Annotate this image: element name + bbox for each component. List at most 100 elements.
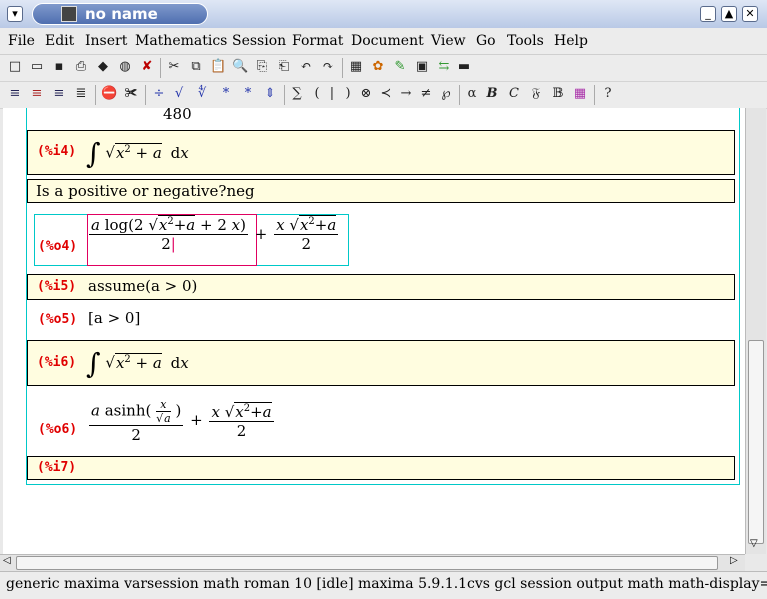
input-cell-i4[interactable]: (%i4) ∫ √x2 + a dx (27, 130, 735, 175)
separator (342, 58, 343, 78)
arrow-icon[interactable]: → (398, 86, 414, 102)
input-math-i6: ∫ √x2 + a dx (86, 347, 189, 380)
palette-icon[interactable]: ✿ (370, 59, 386, 75)
output-label-o5: (%o5) (38, 312, 78, 327)
copy-icon[interactable]: ⧉ (188, 59, 204, 75)
scroll-right-icon[interactable]: ▷ (730, 555, 738, 566)
pen-icon[interactable]: ✎ (392, 59, 408, 75)
justify-icon[interactable]: ≣ (73, 86, 89, 102)
above-below-icon[interactable]: ⇕ (262, 86, 278, 102)
separator (459, 85, 460, 105)
menu-format[interactable]: Format (292, 33, 343, 49)
big-operator-icon[interactable]: ∑ (289, 86, 305, 102)
subscript-icon[interactable]: * (218, 86, 234, 102)
redo-icon[interactable]: ↷ (320, 59, 336, 75)
input-math-i5: assume(a > 0) (88, 277, 198, 295)
menu-edit[interactable]: Edit (45, 33, 74, 49)
horizontal-scroll-thumb[interactable] (16, 556, 718, 570)
blackboard-icon[interactable]: 𝔹 (550, 86, 566, 102)
question-cell[interactable]: Is a positive or negative?neg (27, 179, 735, 203)
menu-file[interactable]: File (8, 33, 35, 49)
format-toolbar: ≡ ≡ ≡ ≣ ⛔ ✀ ÷ √ ∜ * * ⇕ ∑ ( | ) ⊗ ≺ → ≠ … (0, 82, 767, 109)
cut-icon[interactable]: ✂ (166, 59, 182, 75)
fraction-icon[interactable]: ÷ (151, 86, 167, 102)
input-cell-i7[interactable]: (%i7) (27, 456, 735, 480)
open-icon[interactable]: ▭ (29, 59, 45, 75)
negation-icon[interactable]: ≠ (418, 86, 434, 102)
input-math-i4: ∫ √x2 + a dx (86, 137, 189, 170)
input-label-i5: (%i5) (37, 279, 77, 294)
sqrt-icon[interactable]: √ (171, 86, 187, 102)
fraktur-icon[interactable]: 𝔉 (528, 86, 544, 102)
print-icon[interactable]: ⎙ (73, 59, 89, 75)
menu-mathematics[interactable]: Mathematics (135, 33, 227, 49)
align-left-icon[interactable]: ≡ (7, 86, 23, 102)
separator-symbol-icon[interactable]: | (324, 86, 340, 102)
link-icon[interactable]: ⇆ (436, 59, 452, 75)
menu-document[interactable]: Document (351, 33, 424, 49)
separator (145, 85, 146, 105)
align-center-icon[interactable]: ≡ (29, 86, 45, 102)
greek-icon[interactable]: α (464, 86, 480, 102)
input-cell-i5[interactable]: (%i5) assume(a > 0) (27, 274, 735, 300)
input-label-i4: (%i4) (37, 144, 77, 159)
menu-go[interactable]: Go (476, 33, 496, 49)
new-icon[interactable]: □ (7, 59, 23, 75)
find-icon[interactable]: 🔍 (232, 59, 248, 75)
menu-view[interactable]: View (431, 33, 466, 49)
main-toolbar: □ ▭ ▪ ⎙ ◆ ◍ ✘ ✂ ⧉ 📋 🔍 ⎘ ⎗ ↶ ↷ ▦ ✿ ✎ ▣ ⇆ … (0, 55, 767, 82)
close-window-icon[interactable]: ✕ (742, 6, 758, 22)
table-icon[interactable]: ▦ (348, 59, 364, 75)
title-bar: ▾ no name _ ▲ ✕ (0, 0, 767, 28)
find-replace-icon[interactable]: ⎘ (254, 59, 270, 75)
minimize-icon[interactable]: _ (700, 6, 716, 22)
vertical-scrollbar[interactable]: ▽ (745, 108, 766, 554)
menu-help[interactable]: Help (554, 33, 588, 49)
menu-insert[interactable]: Insert (85, 33, 127, 49)
calligraphic-icon[interactable]: C (506, 86, 522, 102)
window-title-pill[interactable]: no name (32, 3, 208, 25)
align-right-icon[interactable]: ≡ (51, 86, 67, 102)
separator (160, 58, 161, 78)
scissors-icon[interactable]: ✀ (123, 86, 139, 102)
undo-icon[interactable]: ↶ (298, 59, 314, 75)
scroll-left-icon[interactable]: ◁ (3, 555, 11, 566)
relation-icon[interactable]: ≺ (378, 86, 394, 102)
menu-session[interactable]: Session (232, 33, 286, 49)
status-bar: generic maxima varsession math roman 10 … (0, 571, 767, 599)
stop-icon[interactable]: ⛔ (101, 86, 117, 102)
frame-icon[interactable]: ▣ (414, 59, 430, 75)
help-icon[interactable]: ? (600, 86, 616, 102)
input-cell-i6[interactable]: (%i6) ∫ √x2 + a dx (27, 340, 735, 386)
save-icon[interactable]: ▪ (51, 59, 67, 75)
output-math-o4: a log(2 √x2+a + 2 x) 2| + x √x2+a 2 (89, 215, 339, 253)
horizontal-scrollbar[interactable]: ◁ ▷ (0, 554, 745, 571)
vertical-scroll-thumb[interactable] (748, 340, 764, 544)
nth-root-icon[interactable]: ∜ (194, 86, 210, 102)
close-icon[interactable]: ✘ (139, 59, 155, 75)
globe-icon[interactable]: ◍ (117, 59, 133, 75)
menu-tools[interactable]: Tools (507, 33, 544, 49)
bracket-icon[interactable]: ( (309, 86, 325, 102)
color-icon[interactable]: ▦ (572, 86, 588, 102)
document-area[interactable]: 480 (%i4) ∫ √x2 + a dx Is a positive or … (3, 108, 745, 554)
window-title: no name (85, 5, 158, 23)
maximize-icon[interactable]: ▲ (721, 6, 737, 22)
find-next-icon[interactable]: ⎗ (276, 59, 292, 75)
previous-output: 480 (163, 108, 192, 123)
window-menu-icon[interactable]: ▾ (7, 6, 23, 22)
app-icon (61, 6, 77, 22)
separator (594, 85, 595, 105)
superscript-icon[interactable]: * (240, 86, 256, 102)
paste-icon[interactable]: 📋 (210, 59, 226, 75)
binary-op-icon[interactable]: ⊗ (358, 86, 374, 102)
bold-math-icon[interactable]: B (484, 86, 500, 102)
question-text: Is a positive or negative?neg (36, 182, 255, 200)
output-math-o5: [a > 0] (88, 309, 141, 327)
book-icon[interactable]: ◆ (95, 59, 111, 75)
monitor-icon[interactable]: ▬ (456, 59, 472, 75)
close-bracket-icon[interactable]: ) (340, 86, 356, 102)
scroll-down-icon[interactable]: ▽ (750, 538, 758, 549)
menu-bar: File Edit Insert Mathematics Session For… (0, 28, 767, 55)
misc-symbol-icon[interactable]: ℘ (438, 86, 454, 102)
